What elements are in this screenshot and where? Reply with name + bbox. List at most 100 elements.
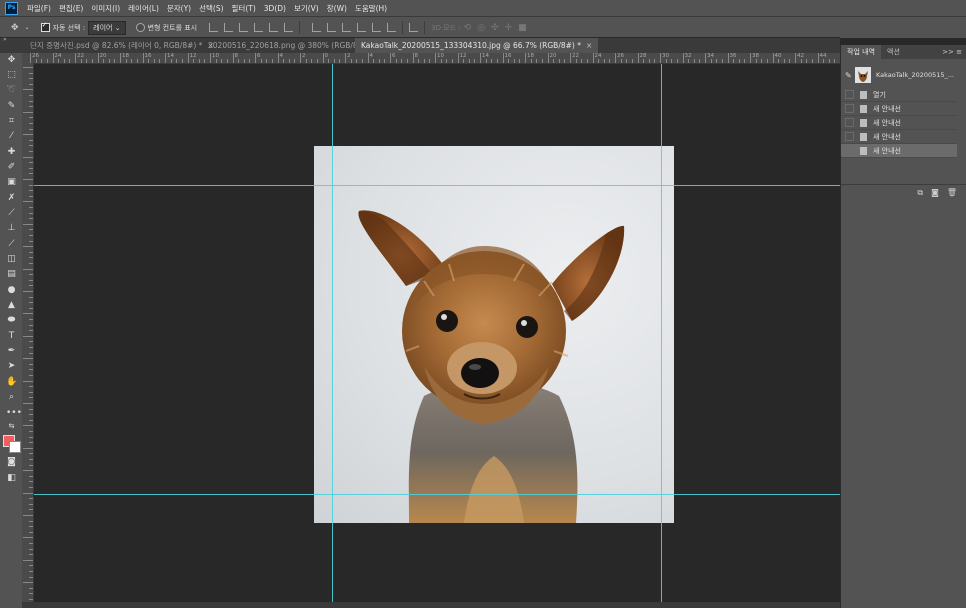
camera-snapshot-icon[interactable]: ◙ — [931, 188, 939, 197]
menu-type[interactable]: 문자(Y) — [163, 3, 195, 14]
art-history-brush-icon[interactable]: ⟋ — [6, 239, 17, 250]
document-image[interactable] — [314, 146, 674, 523]
history-source-box[interactable] — [845, 146, 854, 155]
dodge-tool-icon[interactable]: ▲ — [6, 300, 17, 311]
distribute-right-icon[interactable] — [387, 23, 397, 32]
guide-horizontal-bottom[interactable] — [34, 494, 954, 495]
ruler-tick — [29, 475, 33, 477]
eyedropper-tool-icon[interactable]: ⁄ — [6, 131, 17, 142]
ruler-minor-tick — [626, 59, 628, 63]
menu-select[interactable]: 선택(S) — [195, 3, 227, 14]
background-color-swatch[interactable] — [9, 441, 21, 453]
eraser-tool-icon[interactable]: ◫ — [6, 254, 17, 265]
collapse-chevron-icon[interactable]: » — [3, 36, 7, 43]
menu-file[interactable]: 파일(F) — [23, 3, 55, 14]
history-step[interactable]: 새 안내선 — [841, 116, 957, 130]
brush-tool-icon[interactable]: ⟋ — [6, 208, 17, 219]
distribute-top-icon[interactable] — [312, 23, 322, 32]
history-brush-source-icon[interactable]: ✎ — [845, 71, 852, 80]
3d-orbit-icon[interactable]: ⟲ — [461, 23, 475, 33]
menu-3d[interactable]: 3D(D) — [260, 4, 290, 13]
menu-help[interactable]: 도움말(H) — [351, 3, 391, 14]
tab-document-2[interactable]: 20200516_220618.png @ 380% (RGB/8)× — [202, 38, 378, 54]
distribute-hcenter-icon[interactable] — [372, 23, 382, 32]
pen-tool-icon[interactable]: ✒ — [6, 346, 17, 357]
3d-slide-icon[interactable]: ✛ — [502, 23, 516, 33]
type-tool-icon[interactable]: T — [6, 331, 17, 342]
trash-icon[interactable]: 🗑 — [947, 188, 957, 197]
distribute-bottom-icon[interactable] — [342, 23, 352, 32]
marquee-tool-icon[interactable]: ⬚ — [6, 70, 17, 81]
history-step[interactable]: 새 안내선 — [841, 130, 957, 144]
tab-history[interactable]: 작업 내역 — [841, 45, 881, 59]
sponge-tool-icon[interactable]: ⬬ — [6, 315, 17, 326]
zoom-tool-icon[interactable]: ⌕ — [6, 392, 17, 403]
lasso-tool-icon[interactable]: ➰ — [6, 85, 17, 96]
ruler-minor-tick — [170, 59, 172, 63]
ruler-tick — [23, 537, 33, 539]
screen-mode-icon[interactable]: ◧ — [6, 473, 17, 484]
snapshot-row[interactable]: ✎ KakaoTalk_20200515_... — [841, 65, 966, 85]
stamp-tool-icon[interactable]: ⊥ — [6, 223, 17, 234]
align-left-icon[interactable] — [254, 23, 264, 32]
history-source-box[interactable] — [845, 132, 854, 141]
menu-filter[interactable]: 필터(T) — [228, 3, 260, 14]
menu-layer[interactable]: 레이어(L) — [124, 3, 163, 14]
path-selection-tool-icon[interactable]: ➤ — [6, 361, 17, 372]
auto-select-dropdown[interactable]: 레이어 ⌄ — [88, 20, 126, 35]
history-brush-tool-icon[interactable]: ✗ — [6, 193, 17, 204]
clone-stamp-tool-icon[interactable]: ▣ — [6, 177, 17, 188]
3d-roll-icon[interactable]: ◎ — [474, 23, 488, 33]
guide-horizontal-top[interactable] — [34, 185, 840, 186]
blur-tool-icon[interactable]: ● — [6, 285, 17, 296]
history-step[interactable]: 새 안내선 — [841, 102, 957, 116]
ruler-minor-tick — [176, 59, 178, 63]
horizontal-ruler[interactable]: 26 24 22 20 18 16 14 12 10 8 6 4 2 0 2 4 6 8 10 12 14 16 18 20 2… — [22, 53, 840, 64]
tab-document-1[interactable]: 단지 증명사진.psd @ 82.6% (레이어 0, RGB/8#) * × — [24, 38, 220, 54]
crop-tool-icon[interactable]: ⌗ — [6, 116, 17, 127]
move-tool-icon[interactable]: ✥ — [8, 23, 22, 33]
history-step-selected[interactable]: 새 안내선 — [841, 144, 957, 158]
brush-tool-icon[interactable]: ✐ — [6, 162, 17, 173]
vertical-ruler[interactable] — [22, 63, 34, 608]
ruler-minor-tick — [249, 59, 251, 63]
align-bottom-icon[interactable] — [239, 23, 249, 32]
quick-mask-icon[interactable]: ◙ — [6, 457, 17, 468]
more-tools-icon[interactable]: ••• — [6, 408, 22, 419]
align-vcenter-icon[interactable] — [224, 23, 234, 32]
hand-tool-icon[interactable]: ✋ — [6, 377, 17, 388]
move-tool-icon[interactable]: ✥ — [6, 55, 17, 66]
tool-preset-chevron-icon[interactable]: ⌄ — [22, 24, 33, 31]
guide-vertical-left[interactable] — [332, 64, 333, 608]
menu-edit[interactable]: 편집(E) — [55, 3, 87, 14]
distribute-buttons — [312, 23, 397, 32]
swap-colors-icon[interactable]: ⇆ — [6, 421, 17, 432]
history-source-box[interactable] — [845, 118, 854, 127]
guide-vertical-right[interactable] — [661, 64, 662, 608]
healing-brush-tool-icon[interactable]: ✚ — [6, 147, 17, 158]
align-top-icon[interactable] — [209, 23, 219, 32]
history-step[interactable]: 열기 — [841, 88, 957, 102]
distribute-left-icon[interactable] — [357, 23, 367, 32]
menu-view[interactable]: 보기(V) — [290, 3, 323, 14]
align-hcenter-icon[interactable] — [269, 23, 279, 32]
3d-pan-icon[interactable]: ✣ — [488, 23, 502, 33]
menu-window[interactable]: 창(W) — [323, 3, 351, 14]
distribute-vcenter-icon[interactable] — [327, 23, 337, 32]
menu-image[interactable]: 이미지(I) — [87, 3, 124, 14]
transform-controls-checkbox[interactable] — [135, 23, 145, 32]
tab-actions[interactable]: 액션 — [881, 45, 906, 59]
align-right-icon[interactable] — [284, 23, 294, 32]
new-document-from-state-icon[interactable]: ⧉ — [917, 188, 923, 198]
ruler-minor-tick — [744, 59, 746, 63]
quick-select-tool-icon[interactable]: ✎ — [6, 101, 17, 112]
tab-document-3[interactable]: KakaoTalk_20200515_133304310.jpg @ 66.7%… — [355, 38, 599, 54]
panel-menu-icon[interactable]: >> ≡ — [942, 48, 966, 56]
close-icon[interactable]: × — [586, 41, 592, 50]
3d-camera-icon[interactable]: ■ — [515, 23, 530, 33]
history-source-box[interactable] — [845, 104, 854, 113]
gradient-tool-icon[interactable]: ▤ — [6, 269, 17, 280]
auto-align-icon[interactable] — [409, 23, 419, 32]
auto-select-checkbox[interactable] — [40, 21, 50, 32]
history-source-box[interactable] — [845, 90, 854, 99]
